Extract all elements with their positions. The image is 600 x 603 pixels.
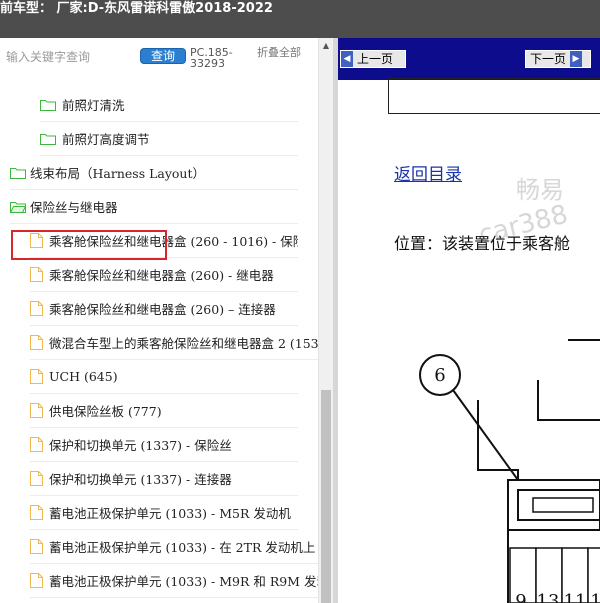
folder-icon <box>40 133 56 145</box>
scroll-thumb[interactable] <box>321 390 331 603</box>
prev-page-button[interactable]: ◀ 上一页 <box>340 50 406 68</box>
tree-item-label: 乘客舱保险丝和继电器盒 (260) – 连接器 <box>49 302 276 317</box>
tree-item[interactable]: 蓄电池正极保护单元 (1033) - M9R 和 R9M 发动 <box>30 564 318 598</box>
document-icon <box>30 471 43 486</box>
tree-item[interactable]: 保护和切换单元 (1337) - 连接器 <box>30 462 298 496</box>
selection-highlight <box>11 230 167 260</box>
tree-item-label: 蓄电池正极保护单元 (1033) - M5R 发动机 <box>49 506 291 521</box>
fuse-number: 9 <box>515 591 526 603</box>
fuse-number: 11 <box>564 591 587 603</box>
navigation-panel: 查询 PC.185-33293 折叠全部 前照灯清洗 前照灯高度调节 线束布局（… <box>0 38 333 603</box>
tree-item[interactable]: 前照灯清洗 <box>40 88 298 122</box>
fuse-number: 13 <box>537 591 560 603</box>
viewer-toolbar: ◀ 上一页 下一页 ▶ <box>338 38 600 80</box>
arrow-right-icon: ▶ <box>570 51 583 67</box>
prev-page-label: 上一页 <box>357 52 394 66</box>
document-icon <box>30 437 43 452</box>
tree-item[interactable]: 线束布局（Harness Layout） <box>10 156 298 190</box>
document-icon <box>30 301 43 316</box>
document-icon <box>30 267 43 282</box>
tree-item[interactable]: 乘客舱保险丝和继电器盒 (260) – 连接器 <box>30 292 298 326</box>
tree-item-label: UCH (645) <box>49 369 118 384</box>
previous-section-box <box>388 78 600 114</box>
document-icon <box>30 335 43 350</box>
search-row: 查询 PC.185-33293 折叠全部 <box>0 38 333 82</box>
scroll-up-arrow-icon[interactable]: ▲ <box>319 38 333 54</box>
tree-item-label: 保险丝与继电器 <box>30 200 118 215</box>
tree-item-label: 保护和切换单元 (1337) - 保险丝 <box>49 438 232 453</box>
tree-item-label: 线束布局（Harness Layout） <box>30 166 205 181</box>
tree-item-label: 保护和切换单元 (1337) - 连接器 <box>49 472 232 487</box>
next-page-label: 下一页 <box>530 52 567 66</box>
collapse-all-button[interactable]: 折叠全部 <box>257 47 303 58</box>
tree-item-label: 前照灯高度调节 <box>62 132 150 147</box>
document-icon <box>30 403 43 418</box>
tree-item[interactable]: 蓄电池正极保护单元 (1033) - M5R 发动机 <box>30 496 298 530</box>
back-to-contents-link[interactable]: 返回目录 <box>394 160 462 185</box>
tree-item[interactable]: 保护和切换单元 (1337) - 保险丝 <box>30 428 298 462</box>
tree-item-label: 蓄电池正极保护单元 (1033) - 在 2TR 发动机上 <box>49 540 316 555</box>
tree-item-label: 乘客舱保险丝和继电器盒 (260) - 继电器 <box>49 268 274 283</box>
tree-item-label: 供电保险丝板 (777) <box>49 404 162 419</box>
fuse-number: 1 <box>590 591 600 603</box>
document-icon <box>30 505 43 520</box>
tree-item[interactable]: 蓄电池正极保护单元 (1033) - 在 2TR 发动机上 <box>30 530 318 564</box>
document-viewer: ◀ 上一页 下一页 ▶ 畅易 car388 返回目录 位置：该装置位于乘客舱 6 <box>338 38 600 603</box>
document-icon <box>30 539 43 554</box>
fuse-box-diagram: 6 9 13 11 1 <box>419 339 600 603</box>
callout-number: 6 <box>434 365 445 386</box>
folder-icon <box>40 99 56 111</box>
tree-item-label: 微混合车型上的乘客舱保险丝和继电器盒 2 (153 <box>49 336 318 351</box>
tree-item[interactable]: UCH (645) <box>30 360 298 394</box>
search-button[interactable]: 查询 <box>140 48 186 64</box>
window-title: 前车型： 厂家:D-东风雷诺科雷傲2018-2022 <box>0 1 273 16</box>
tree-item-label: 前照灯清洗 <box>62 98 125 113</box>
folder-icon <box>10 167 26 179</box>
tree-item[interactable]: 乘客舱保险丝和继电器盒 (260) - 继电器 <box>30 258 298 292</box>
arrow-left-icon: ◀ <box>341 51 353 67</box>
folder-open-icon <box>10 201 26 213</box>
tree-item[interactable]: 微混合车型上的乘客舱保险丝和继电器盒 2 (153 <box>30 326 318 360</box>
watermark: 畅易 <box>516 176 564 204</box>
tree-item-label: 蓄电池正极保护单元 (1033) - M9R 和 R9M 发动 <box>49 574 318 589</box>
tree-scrollbar[interactable]: ▲ <box>318 38 333 603</box>
tree-item[interactable]: 供电保险丝板 (777) <box>30 394 298 428</box>
document-icon <box>30 573 43 588</box>
tree-item[interactable]: 前照灯高度调节 <box>40 122 298 156</box>
location-text: 位置：该装置位于乘客舱 <box>394 234 571 253</box>
title-bar: 前车型： 厂家:D-东风雷诺科雷傲2018-2022 <box>0 0 600 38</box>
next-page-button[interactable]: 下一页 ▶ <box>525 50 591 68</box>
pc-code: PC.185-33293 <box>190 46 233 70</box>
search-input[interactable] <box>6 46 134 68</box>
document-icon <box>30 369 43 384</box>
document-page: 畅易 car388 返回目录 位置：该装置位于乘客舱 6 9 13 11 1 <box>338 78 600 603</box>
tree-item-selected[interactable]: 保险丝与继电器 <box>10 190 298 224</box>
